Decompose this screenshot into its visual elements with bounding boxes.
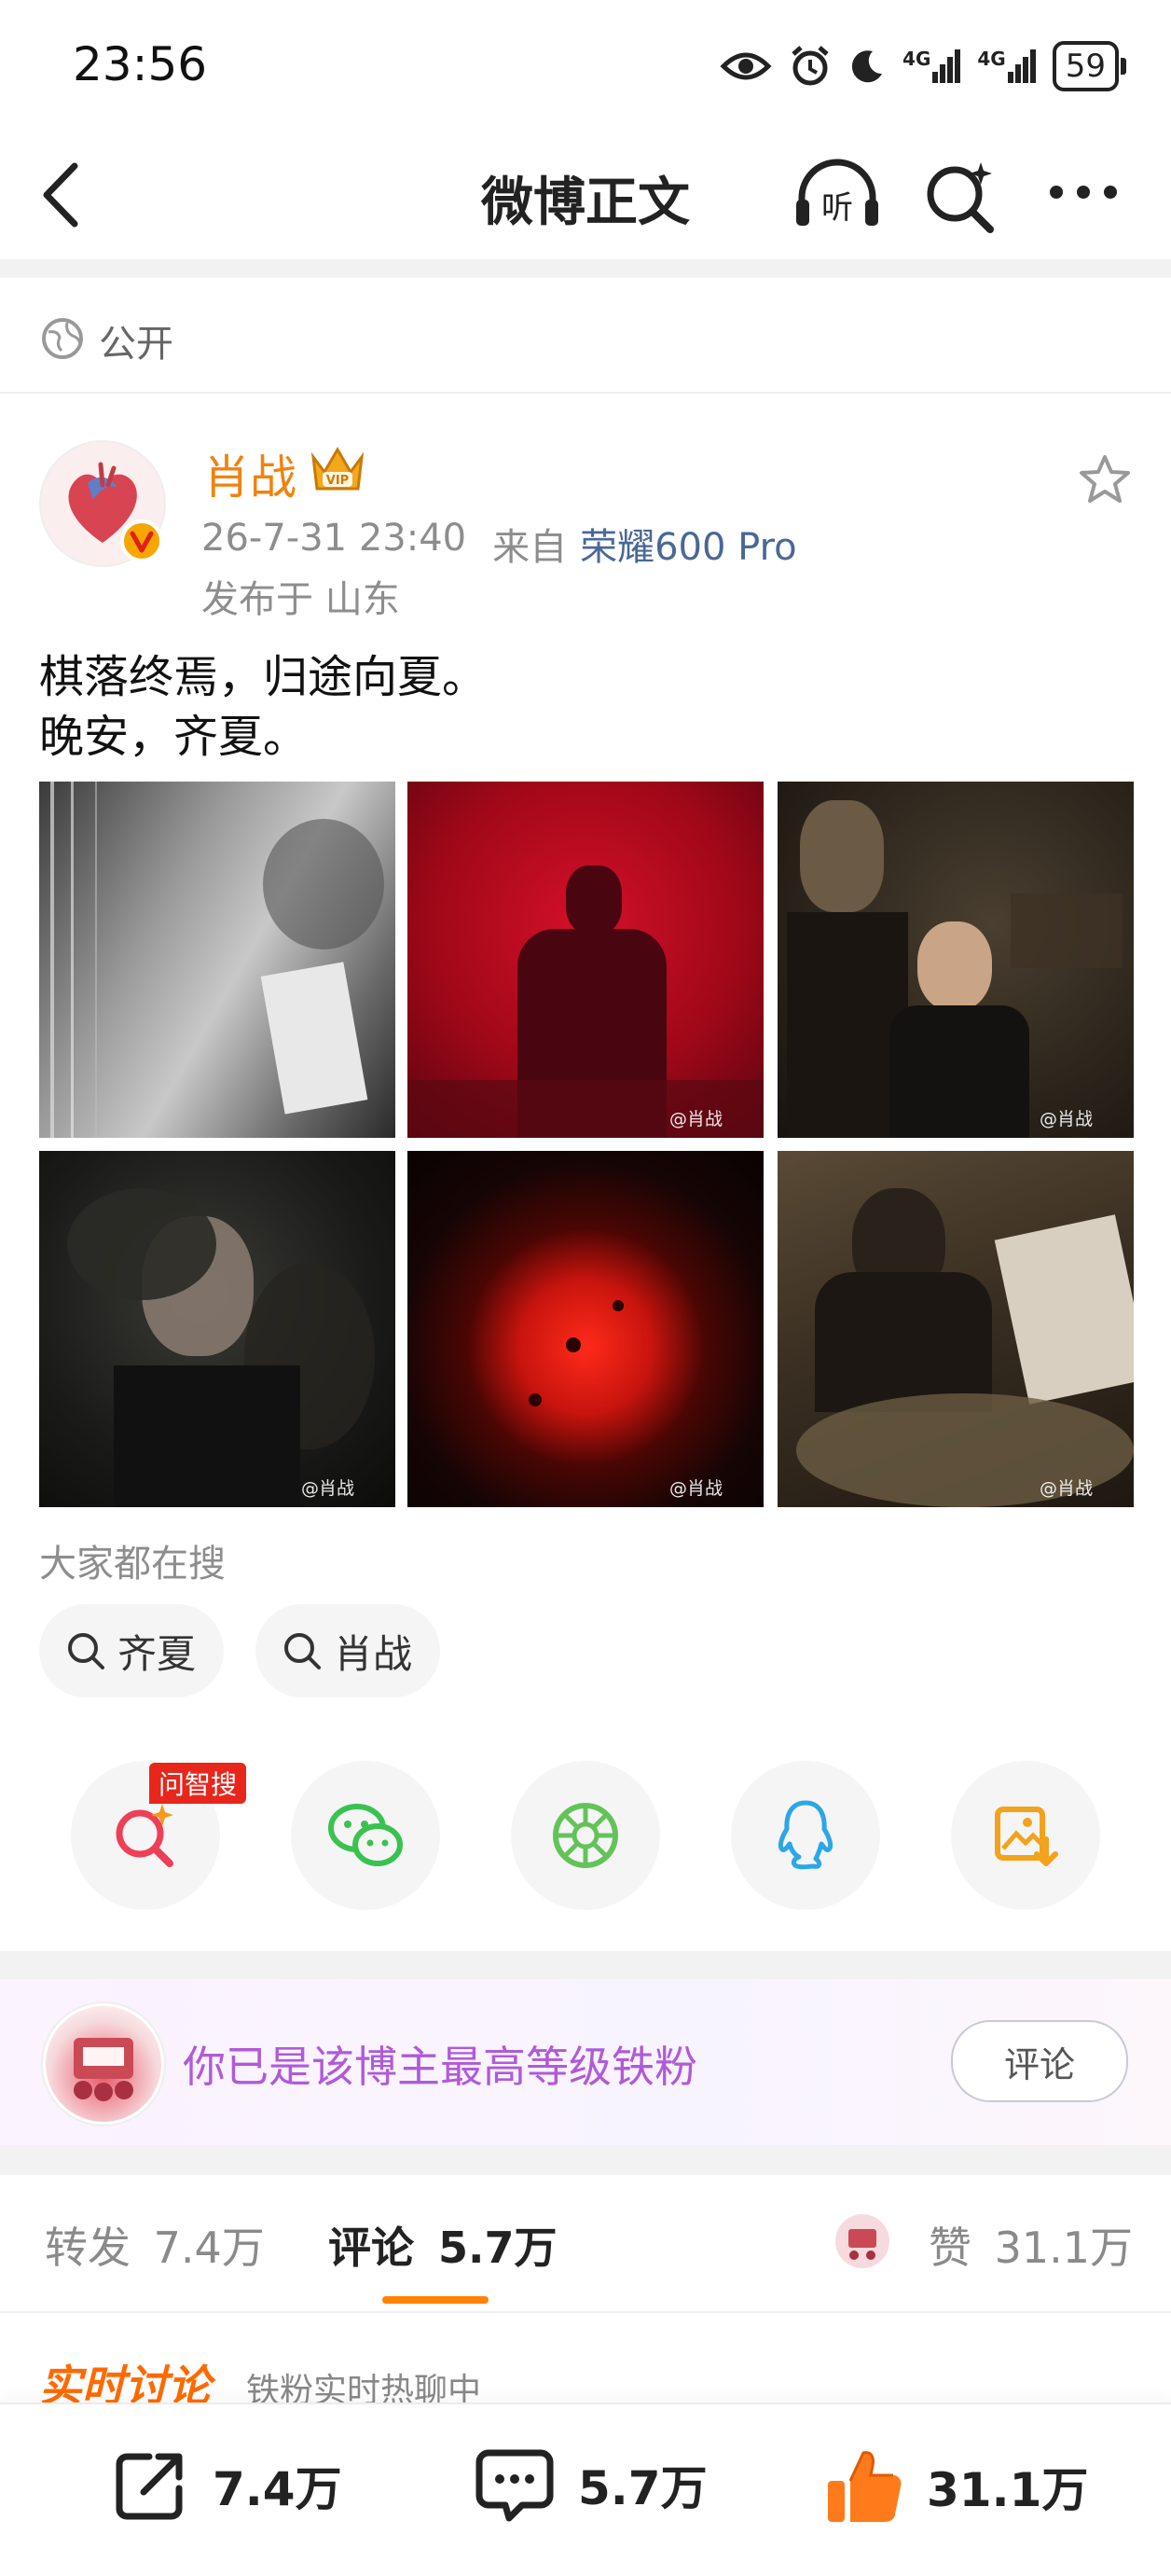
fan-avatar-art xyxy=(74,2038,133,2101)
comment-icon xyxy=(475,2449,554,2522)
post-location: 发布于 山东 xyxy=(201,578,400,621)
like-thumb-icon xyxy=(828,2451,902,2522)
globe-icon xyxy=(42,318,83,359)
ai-search-icon xyxy=(116,1804,173,1867)
search-ai-icon[interactable] xyxy=(923,159,999,235)
section-divider xyxy=(0,2145,1171,2175)
bottom-like-button[interactable]: 31.1万 xyxy=(824,2445,1088,2528)
moon-icon xyxy=(851,50,883,83)
alarm-icon xyxy=(792,46,829,86)
image-watermark: @肖战 xyxy=(300,1478,354,1499)
hot-search-chip-label: 肖战 xyxy=(334,1630,413,1677)
verified-badge-icon xyxy=(120,519,163,562)
favorite-star-icon[interactable] xyxy=(1078,453,1132,506)
post-text-line: 棋落终焉，归途向夏。 xyxy=(39,651,488,703)
post-image-4[interactable]: @肖战 xyxy=(39,1151,395,1507)
bottom-repost-button[interactable]: 7.4万 xyxy=(110,2445,342,2526)
image-watermark: @肖战 xyxy=(668,1109,723,1129)
post-time: 26-7-31 23:40 xyxy=(201,517,467,560)
network-4g-2: 4G xyxy=(977,49,1036,83)
tab-repost-label: 转发 xyxy=(45,2223,131,2273)
listen-icon[interactable]: 听 xyxy=(792,157,882,231)
search-icon xyxy=(68,1633,104,1669)
hot-search-chip[interactable]: 齐夏 xyxy=(39,1604,225,1697)
tab-comment[interactable]: 评论 5.7万 xyxy=(328,2214,558,2276)
network-4g-1: 4G xyxy=(902,49,961,83)
status-time: 23:56 xyxy=(73,37,208,91)
section-divider xyxy=(0,259,1171,278)
share-moments-button[interactable] xyxy=(511,1761,660,1910)
tab-active-indicator xyxy=(382,2296,489,2304)
tab-comment-label: 评论 xyxy=(328,2223,414,2273)
divider-line xyxy=(0,392,1171,394)
save-image-icon xyxy=(995,1807,1058,1866)
eye-icon xyxy=(720,52,772,80)
fan-avatar[interactable] xyxy=(43,2003,164,2125)
divider-line xyxy=(0,2311,1171,2313)
tab-comment-count: 5.7万 xyxy=(438,2223,558,2273)
post-image-5[interactable]: @肖战 xyxy=(407,1151,764,1507)
moments-icon xyxy=(553,1803,618,1868)
author-name[interactable]: 肖战 xyxy=(203,440,296,507)
image-watermark: @肖战 xyxy=(668,1478,723,1499)
qq-icon xyxy=(778,1800,833,1870)
image-watermark: @肖战 xyxy=(1039,1109,1093,1129)
source-device[interactable]: 荣耀600 Pro xyxy=(580,517,797,571)
battery-indicator: 59 xyxy=(1052,41,1126,91)
ai-search-badge: 问智搜 xyxy=(149,1763,247,1804)
bottom-comment-count: 5.7万 xyxy=(578,2461,708,2515)
source-prefix: 来自 xyxy=(492,526,568,569)
wechat-icon xyxy=(328,1804,403,1866)
tab-like-label: 赞 xyxy=(929,2223,971,2273)
tab-like-count: 31.1万 xyxy=(994,2223,1134,2273)
bottom-repost-count: 7.4万 xyxy=(213,2462,342,2516)
post-image-2[interactable]: @肖战 xyxy=(407,782,764,1138)
bottom-like-count: 31.1万 xyxy=(927,2463,1089,2517)
visibility-label: 公开 xyxy=(99,323,173,366)
post-image-1[interactable] xyxy=(39,782,395,1138)
post-meta: 26-7-31 23:40 来自 荣耀600 Pro xyxy=(201,517,797,571)
hot-search-chip-label: 齐夏 xyxy=(117,1630,197,1677)
more-icon[interactable] xyxy=(1048,181,1119,203)
share-qq-button[interactable] xyxy=(731,1761,880,1910)
share-wechat-button[interactable] xyxy=(291,1761,440,1910)
liker-avatar xyxy=(835,2214,889,2268)
svg-text:VIP: VIP xyxy=(326,474,349,488)
tab-like[interactable]: 赞 31.1万 xyxy=(929,2214,1133,2276)
svg-text:听: 听 xyxy=(821,189,853,227)
crown-badge-icon: VIP xyxy=(310,447,365,491)
status-icons: 4G 4G 59 xyxy=(720,35,1126,97)
section-divider xyxy=(0,1951,1171,1979)
post-text: 棋落终焉，归途向夏。 晚安，齐夏。 xyxy=(39,647,487,767)
save-image-button[interactable] xyxy=(951,1761,1100,1910)
repost-icon xyxy=(116,2453,183,2520)
search-icon xyxy=(284,1633,321,1669)
post-text-line: 晚安，齐夏。 xyxy=(39,711,309,763)
tab-repost-count: 7.4万 xyxy=(153,2223,265,2273)
image-watermark: @肖战 xyxy=(1039,1478,1093,1499)
liker-avatar-art xyxy=(848,2229,876,2260)
fan-status-text: 你已是该博主最高等级铁粉 xyxy=(183,2042,697,2092)
bottom-comment-button[interactable]: 5.7万 xyxy=(474,2445,708,2524)
post-image-3[interactable]: @肖战 xyxy=(778,782,1134,1138)
tab-repost[interactable]: 转发 7.4万 xyxy=(45,2214,265,2276)
hot-search-label: 大家都在搜 xyxy=(39,1543,226,1586)
fan-comment-button[interactable]: 评论 xyxy=(951,2020,1128,2102)
hot-search-chip[interactable]: 肖战 xyxy=(255,1604,441,1697)
post-image-6[interactable]: @肖战 xyxy=(778,1151,1134,1507)
